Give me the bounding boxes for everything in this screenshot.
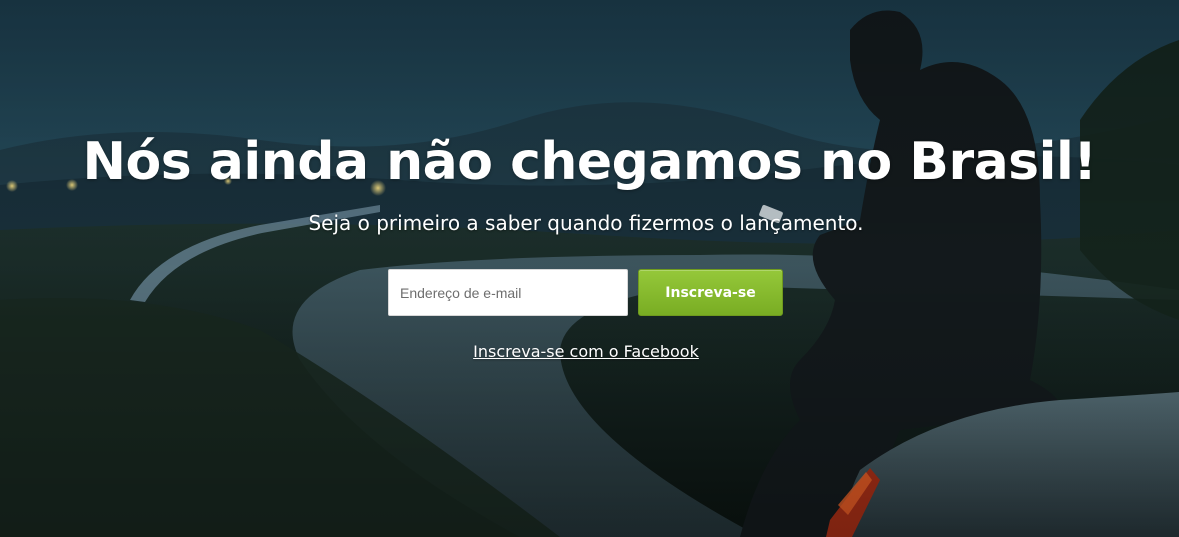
page-title: Nós ainda não chegamos no Brasil! (82, 132, 1097, 192)
page-subtitle: Seja o primeiro a saber quando fizermos … (308, 211, 864, 235)
hero-section: Nós ainda não chegamos no Brasil! Seja o… (0, 0, 1179, 537)
email-field[interactable] (388, 269, 628, 316)
subscribe-button[interactable]: Inscreva-se (638, 269, 783, 316)
facebook-signup-link[interactable]: Inscreva-se com o Facebook (0, 342, 1172, 361)
signup-form: Inscreva-se (388, 269, 784, 316)
hero-content: Nós ainda não chegamos no Brasil! Seja o… (0, 0, 1179, 537)
